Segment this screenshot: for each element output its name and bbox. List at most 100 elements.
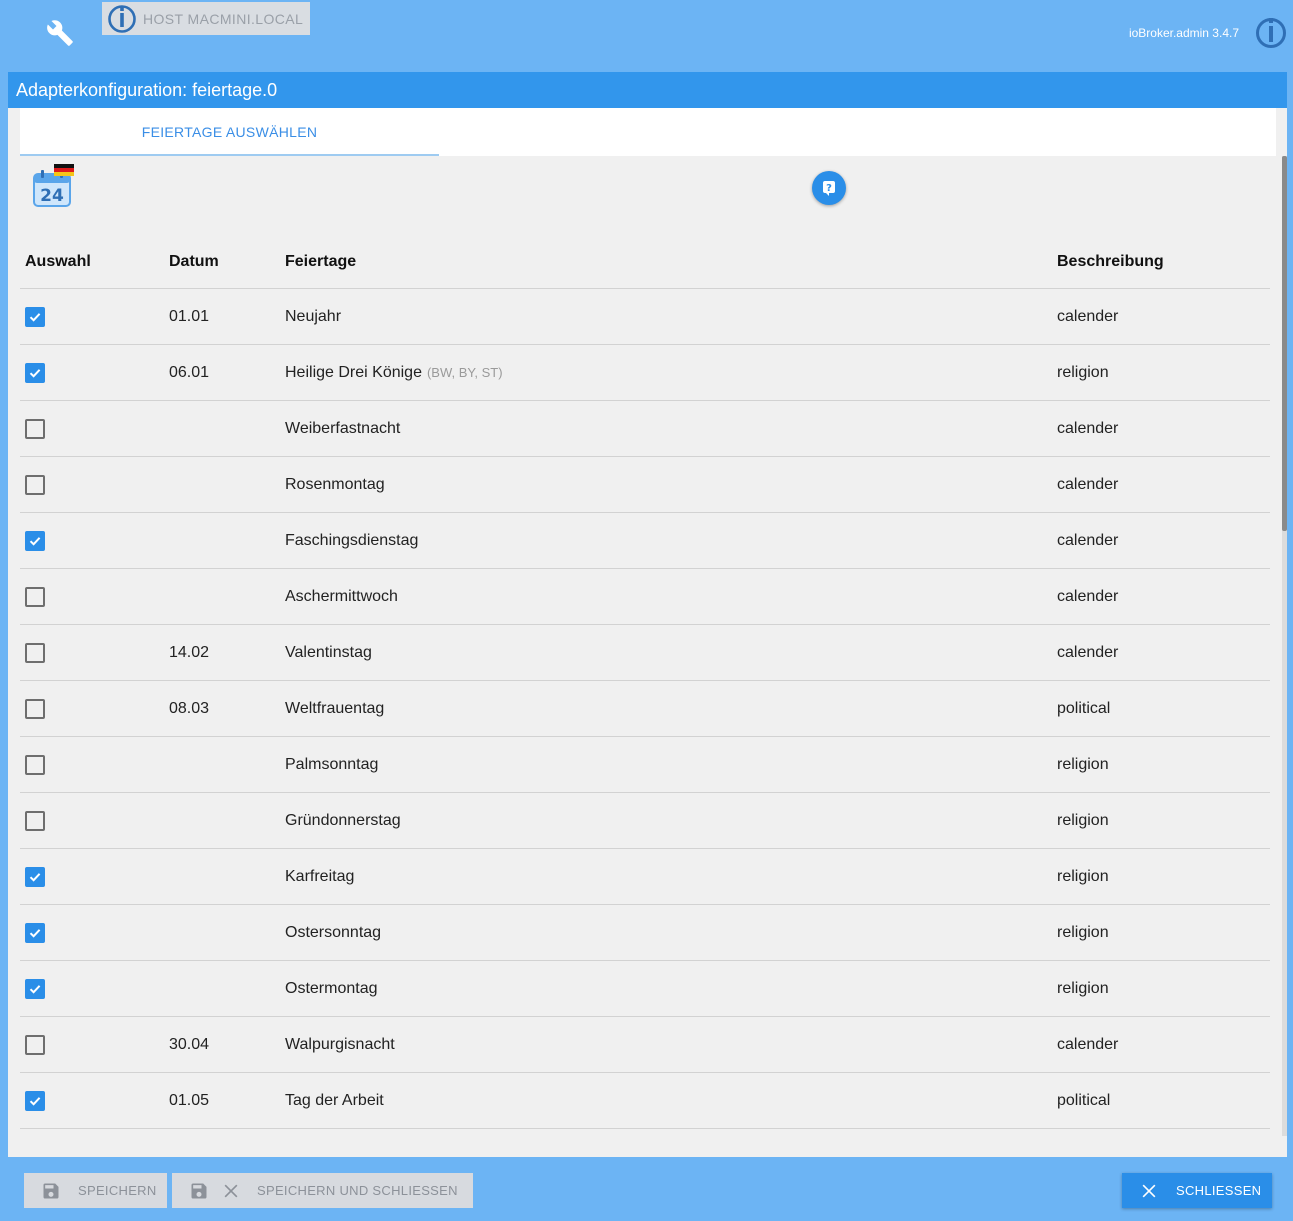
host-label: HOST MACMINI.LOCAL xyxy=(143,10,304,27)
holiday-checkbox[interactable] xyxy=(25,530,45,551)
description-cell: political xyxy=(1057,1091,1111,1109)
holiday-checkbox[interactable] xyxy=(25,866,45,887)
holiday-name-cell: Neujahr xyxy=(285,289,341,344)
checkmark-icon xyxy=(29,984,41,994)
holiday-name: Heilige Drei Könige xyxy=(285,363,422,381)
select-cell xyxy=(25,1017,45,1072)
holiday-checkbox[interactable] xyxy=(25,362,45,383)
top-bar: HOST MACMINI.LOCAL ioBroker.admin 3.4.7 xyxy=(0,0,1293,66)
table-row: 01.01 Neujahr calender xyxy=(20,289,1270,345)
holiday-checkbox[interactable] xyxy=(25,922,45,943)
table-row: 14.02 Valentinstag calender xyxy=(20,625,1270,681)
table-row: Palmsonntag religion xyxy=(20,737,1270,793)
description-cell: religion xyxy=(1057,867,1109,885)
description-cell: calender xyxy=(1057,643,1119,661)
dialog-title: Adapterkonfiguration: feiertage.0 xyxy=(16,80,278,100)
table-row: Weiberfastnacht calender xyxy=(20,401,1270,457)
description-cell: religion xyxy=(1057,979,1109,997)
holiday-name-cell: Rosenmontag xyxy=(285,457,385,512)
close-button[interactable]: SCHLIESSEN xyxy=(1122,1173,1272,1208)
table-row: 08.03 Weltfrauentag political xyxy=(20,681,1270,737)
holiday-checkbox[interactable] xyxy=(25,642,45,663)
save-button[interactable]: SPEICHERN xyxy=(24,1173,167,1208)
table-row: Aschermittwoch calender xyxy=(20,569,1270,625)
holiday-name-cell: Aschermittwoch xyxy=(285,569,398,624)
table-row: Karfreitag religion xyxy=(20,849,1270,905)
table-header-row: Auswahl Datum Feiertage Beschreibung xyxy=(20,236,1270,289)
version-label: ioBroker.admin 3.4.7 xyxy=(1128,26,1239,40)
select-cell xyxy=(25,961,45,1016)
description-cell: religion xyxy=(1057,923,1109,941)
svg-text:?: ? xyxy=(826,183,832,194)
wrench-icon[interactable] xyxy=(46,19,74,47)
column-header-auswahl: Auswahl xyxy=(25,253,91,270)
checkmark-icon xyxy=(29,872,41,882)
tab-feiertage-auswaehlen[interactable]: FEIERTAGE AUSWÄHLEN xyxy=(20,108,439,156)
dialog-footer: SPEICHERN SPEICHERN UND SCHLIESSEN SCHLI… xyxy=(8,1157,1287,1221)
description-cell: religion xyxy=(1057,811,1109,829)
select-cell xyxy=(25,905,45,960)
table-row: Ostermontag religion xyxy=(20,961,1270,1017)
holiday-name-cell: Weiberfastnacht xyxy=(285,401,400,456)
holiday-checkbox[interactable] xyxy=(25,810,45,831)
close-icon xyxy=(224,1184,238,1197)
holiday-name: Weltfrauentag xyxy=(285,699,385,717)
holiday-name-cell: Weltfrauentag xyxy=(285,681,384,736)
holiday-name: Aschermittwoch xyxy=(285,587,398,605)
description-cell: calender xyxy=(1057,587,1119,605)
save-and-close-button[interactable]: SPEICHERN UND SCHLIESSEN xyxy=(172,1173,473,1208)
floppy-disk-icon xyxy=(43,1183,59,1198)
description-cell: calender xyxy=(1057,475,1119,493)
table-row: Rosenmontag calender xyxy=(20,457,1270,513)
table-row: Faschingsdienstag calender xyxy=(20,513,1270,569)
holiday-name-cell: Ostermontag xyxy=(285,961,377,1016)
holiday-checkbox[interactable] xyxy=(25,1034,45,1055)
holiday-name-cell: Gründonnerstag xyxy=(285,793,401,848)
select-cell xyxy=(25,513,45,568)
description-cell: calender xyxy=(1057,419,1119,437)
column-header-beschreibung: Beschreibung xyxy=(1057,253,1164,270)
dialog-titlebar: Adapterkonfiguration: feiertage.0 xyxy=(8,72,1287,108)
date-cell: 14.02 xyxy=(169,643,210,661)
table-row: 06.01 Heilige Drei Könige (BW, BY, ST) reli… xyxy=(20,345,1270,401)
select-cell xyxy=(25,289,45,344)
description-cell: religion xyxy=(1057,363,1109,381)
checkmark-icon xyxy=(29,928,41,938)
column-header-datum: Datum xyxy=(169,253,219,270)
holiday-name: Gründonnerstag xyxy=(285,811,401,829)
host-tab[interactable]: HOST MACMINI.LOCAL xyxy=(102,2,310,35)
table-row: 30.04 Walpurgisnacht calender xyxy=(20,1017,1270,1073)
holiday-checkbox[interactable] xyxy=(25,698,45,719)
description-cell: calender xyxy=(1057,307,1119,325)
table-row: Gründonnerstag religion xyxy=(20,793,1270,849)
holiday-checkbox[interactable] xyxy=(25,754,45,775)
floppy-disk-icon xyxy=(191,1183,207,1198)
column-header-feiertage: Feiertage xyxy=(285,253,357,270)
holiday-table: Auswahl Datum Feiertage Beschreibung 01.… xyxy=(20,236,1270,1129)
save-and-close-button-label: SPEICHERN UND SCHLIESSEN xyxy=(257,1183,458,1198)
holiday-checkbox[interactable] xyxy=(25,1090,45,1111)
select-cell xyxy=(25,401,45,456)
holiday-name-cell: Karfreitag xyxy=(285,849,354,904)
holiday-checkbox[interactable] xyxy=(25,306,45,327)
checkmark-icon xyxy=(29,368,41,378)
description-cell: religion xyxy=(1057,755,1109,773)
holiday-region: (BW, BY, ST) xyxy=(426,365,503,380)
holiday-checkbox[interactable] xyxy=(25,474,45,495)
holiday-checkbox[interactable] xyxy=(25,418,45,439)
date-cell: 30.04 xyxy=(169,1035,210,1053)
tab-indicator xyxy=(20,154,439,156)
holiday-name-cell: Palmsonntag xyxy=(285,737,378,792)
holiday-checkbox[interactable] xyxy=(25,978,45,999)
scrollbar-thumb[interactable] xyxy=(1282,156,1287,531)
description-cell: calender xyxy=(1057,1035,1119,1053)
adapter-config-dialog: Adapterkonfiguration: feiertage.0 FEIERT… xyxy=(8,72,1287,1221)
date-cell: 08.03 xyxy=(169,699,210,717)
iobroker-logo-icon[interactable] xyxy=(1255,16,1287,50)
description-cell: political xyxy=(1057,699,1111,717)
help-button[interactable]: ? xyxy=(812,171,846,205)
select-cell xyxy=(25,681,45,736)
holiday-checkbox[interactable] xyxy=(25,586,45,607)
holiday-name: Weiberfastnacht xyxy=(285,419,401,437)
select-cell xyxy=(25,793,45,848)
